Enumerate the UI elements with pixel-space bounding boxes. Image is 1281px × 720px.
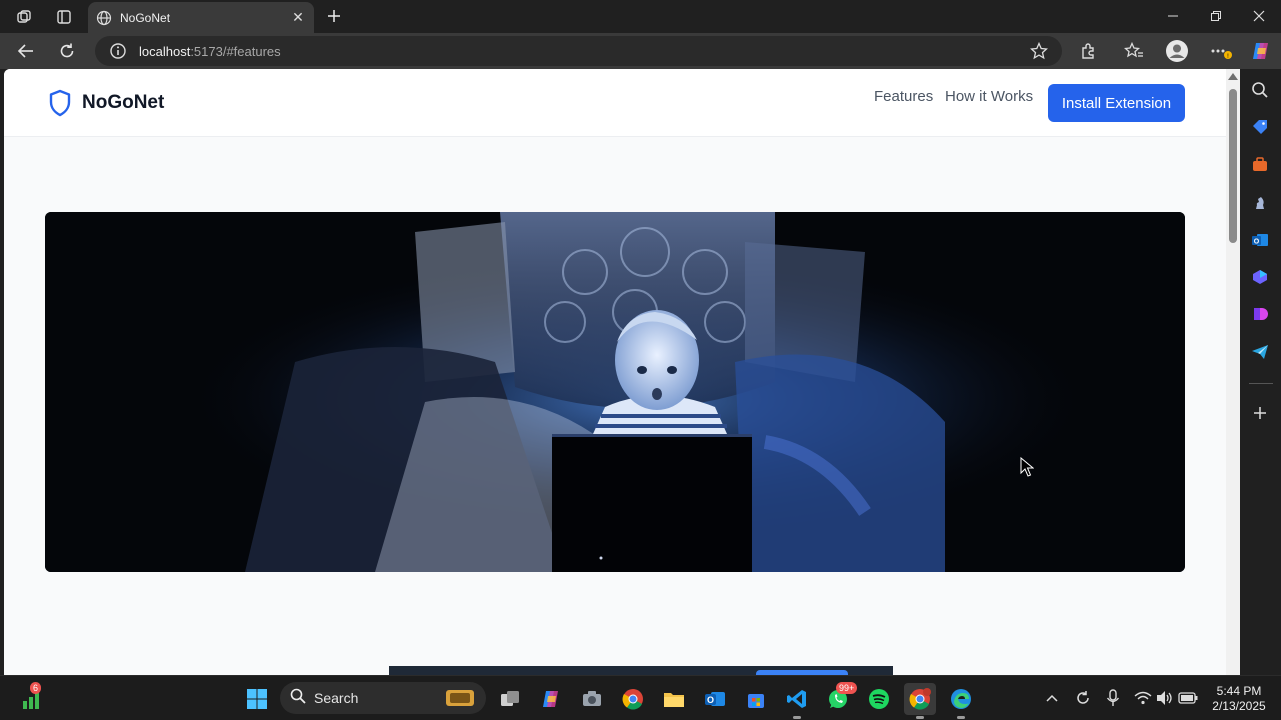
settings-more-icon[interactable]: ! [1208, 38, 1234, 64]
copilot-icon[interactable] [1248, 38, 1274, 64]
games-chess-icon[interactable] [1248, 190, 1272, 214]
svg-text:O: O [707, 695, 714, 705]
tab-title: NoGoNet [120, 10, 171, 25]
outlook-icon[interactable]: O [1248, 228, 1272, 252]
edge-icon[interactable] [945, 683, 977, 719]
show-hidden-icons-icon[interactable] [1042, 688, 1062, 708]
extensions-icon[interactable] [1076, 38, 1102, 64]
scroll-thumb[interactable] [1229, 89, 1237, 243]
clock-time: 5:44 PM [1216, 684, 1262, 698]
back-icon[interactable] [12, 38, 40, 64]
start-windows-icon[interactable] [241, 683, 273, 715]
sync-icon[interactable] [1073, 688, 1093, 708]
close-tab-icon[interactable]: ✕ [288, 8, 308, 28]
address-bar[interactable]: localhost:5173/#features [95, 36, 1062, 66]
microsoft-store-icon[interactable] [740, 683, 772, 715]
site-logo[interactable]: NoGoNet [48, 89, 164, 117]
refresh-icon[interactable] [53, 38, 81, 64]
new-tab-icon[interactable] [322, 4, 346, 28]
site-header: NoGoNet Features How it Works Install Ex… [4, 69, 1226, 137]
sidebar-divider [1249, 383, 1273, 384]
microphone-icon[interactable] [1103, 688, 1123, 708]
profile-avatar-icon[interactable] [1164, 38, 1190, 64]
address-row: localhost:5173/#features ! [0, 33, 1281, 69]
tools-briefcase-icon[interactable] [1248, 153, 1272, 177]
svg-text:O: O [1254, 239, 1260, 246]
search-label: Search [314, 690, 359, 706]
brand-name: NoGoNet [82, 92, 165, 113]
close-window-icon[interactable] [1238, 0, 1280, 32]
clock-date: 2/13/2025 [1212, 699, 1266, 713]
page-viewport: NoGoNet Features How it Works Install Ex… [4, 69, 1226, 675]
spotify-icon[interactable] [863, 683, 895, 715]
sidebar-search-icon[interactable] [1248, 78, 1272, 102]
task-view-icon[interactable] [494, 683, 526, 715]
site-info-icon[interactable] [109, 42, 127, 60]
file-explorer-icon[interactable] [658, 683, 690, 715]
tab-nogonet[interactable]: NoGoNet ✕ [88, 2, 314, 33]
nav-link-features[interactable]: Features [874, 88, 933, 105]
search-highlight-icon [442, 687, 478, 714]
battery-icon[interactable] [1178, 688, 1198, 708]
wifi-icon[interactable] [1133, 688, 1153, 708]
chrome-icon[interactable] [617, 683, 649, 715]
browser-tab-bar: NoGoNet ✕ [0, 0, 1281, 33]
outlook-taskbar-icon[interactable]: O [699, 683, 731, 715]
favorites-icon[interactable] [1121, 38, 1147, 64]
widget-badge: 6 [30, 682, 42, 694]
taskbar-clock[interactable]: 5:44 PM 2/13/2025 [1204, 684, 1274, 714]
whatsapp-badge: 99+ [836, 682, 858, 694]
taskbar-search[interactable]: Search [280, 682, 486, 714]
restore-icon[interactable] [1195, 0, 1237, 32]
vscode-icon[interactable] [781, 683, 813, 719]
mouse-cursor-icon [1020, 457, 1034, 477]
url-path: :5173/#features [190, 43, 281, 59]
workspaces-icon[interactable] [12, 5, 36, 29]
shopping-tag-icon[interactable] [1248, 115, 1272, 139]
copilot-taskbar-icon[interactable] [535, 683, 567, 715]
page-scrollbar[interactable] [1226, 69, 1240, 675]
hero-image [45, 212, 1185, 572]
favorite-star-icon[interactable] [1029, 41, 1049, 60]
minimize-icon[interactable] [1152, 0, 1194, 32]
designer-icon[interactable] [1248, 302, 1272, 326]
shield-icon [48, 89, 72, 117]
search-icon [290, 688, 306, 709]
m365-icon[interactable] [1248, 265, 1272, 289]
send-telegram-icon[interactable] [1248, 340, 1272, 364]
vertical-tabs-icon[interactable] [52, 5, 76, 29]
globe-icon [96, 10, 112, 26]
camera-icon[interactable] [576, 683, 608, 715]
chrome-profile-icon[interactable] [904, 683, 936, 719]
url-host: localhost [139, 43, 191, 59]
add-sidebar-app-icon[interactable] [1248, 401, 1272, 425]
volume-icon[interactable] [1155, 688, 1175, 708]
scroll-up-icon[interactable] [1228, 73, 1238, 80]
install-extension-button[interactable]: Install Extension [1048, 84, 1185, 122]
windows-taskbar: 6 Search O 99+ 5:44 PM 2/13/2025 [0, 675, 1281, 720]
edge-sidebar: O [1240, 69, 1281, 675]
nav-link-how-it-works[interactable]: How it Works [945, 88, 1033, 105]
